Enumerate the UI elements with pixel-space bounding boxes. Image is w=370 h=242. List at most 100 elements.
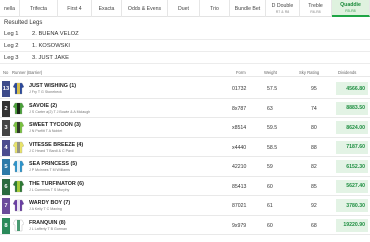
runner-form: 01732 [232, 86, 247, 92]
jockey-silks-icon [13, 160, 24, 173]
runner-row[interactable]: 8 FRANQUIN (8) J L Lafferty T B Gorman 9x97… [0, 216, 370, 235]
runner-row[interactable]: 4 VITESSE BREEZE (4) J C Heard T Bardi & C… [0, 138, 370, 157]
leg-winner: 2. BUENA VELOZ [32, 30, 79, 37]
dividend-button[interactable]: 6152.30 [336, 160, 368, 173]
col-weight: Weight [264, 70, 277, 75]
runner-name: WARDY BOY (7) [29, 200, 71, 206]
runner-row[interactable]: 3 SWEET TYCOON (3) J N Parfitt T A Noblet x… [0, 118, 370, 138]
resulted-legs-title: Resulted Legs [4, 20, 43, 26]
runner-sky-rating: 95 [311, 86, 317, 92]
runner-name: FRANQUIN (8) [29, 219, 66, 226]
runner-number-badge: 7 [2, 198, 10, 214]
runner-number-badge: 5 [2, 159, 10, 175]
jockey-silks-icon [13, 199, 24, 212]
col-sky-rating: Sky Rating [299, 70, 320, 75]
tab-bundle-bet[interactable]: Bundle Bet [230, 0, 266, 17]
jockey-trainer: J L Cummins T S Murphy [29, 187, 70, 192]
runner-weight: 59.5 [267, 125, 278, 131]
runner-row[interactable]: 13 JUST WISHING (1) J Fry T G Stonebeck 017… [0, 79, 370, 99]
tab-label: Quaddie [340, 2, 361, 8]
runner-form: 87021 [232, 203, 247, 209]
runner-row[interactable]: 2 SAVOIE (2) J S Carter a(2) T J Bowie & A… [0, 99, 370, 118]
jockey-silks-icon [13, 82, 24, 95]
runner-weight: 59 [267, 164, 273, 170]
runner-list: 13 JUST WISHING (1) J Fry T G Stonebeck 017… [0, 79, 370, 235]
runner-row[interactable]: 6 THE TURFINATOR (6) J L Cummins T S Murph… [0, 177, 370, 196]
runner-name: THE TURFINATOR (6) [29, 180, 84, 187]
resulted-legs: Leg 1 2. BUENA VELOZ Leg 2 1. KOSOWSKI Leg 3… [0, 28, 370, 64]
tab-d-double[interactable]: D Double R7 & R8 [266, 0, 300, 17]
dividend-button[interactable]: 19220.90 [336, 218, 368, 232]
tab-label: Bundle Bet [234, 5, 261, 12]
jockey-trainer: J P Mcinnes T M Williams [29, 168, 70, 172]
runner-table-header: No Runner (Barrier) Form Weight Sky Rati… [0, 68, 370, 77]
resulted-leg-row: Leg 3 3. JUST JAKE [0, 52, 370, 64]
leg-winner: 3. JUST JAKE [32, 54, 69, 61]
tab-label: Odds & Evens [127, 5, 162, 12]
leg-name: Leg 2 [4, 42, 19, 49]
runner-form: 42210 [232, 164, 247, 170]
col-dividends: Dividends [338, 70, 357, 75]
runner-number-badge: 6 [2, 178, 10, 195]
runner-number-badge: 13 [2, 81, 10, 97]
resulted-leg-row: Leg 1 2. BUENA VELOZ [0, 28, 370, 40]
runner-number-badge: 2 [2, 100, 10, 117]
jockey-silks-icon [13, 102, 24, 114]
tab-label: nella [4, 5, 15, 12]
tab-label: Exacta [98, 5, 115, 12]
runner-name: SEA PRINCESS (5) [29, 161, 78, 167]
leg-name: Leg 3 [4, 54, 19, 61]
dividend-button[interactable]: 3780.30 [336, 199, 368, 212]
runner-sky-rating: 80 [311, 125, 317, 131]
tab-odds-evens[interactable]: Odds & Evens [122, 0, 168, 17]
tab-duet[interactable]: Duet [168, 0, 200, 17]
jockey-silks-icon [13, 180, 24, 192]
tab-races: R7 & R8 [275, 10, 290, 14]
runner-row[interactable]: 7 WARDY BOY (7) J A Kelly T C Maxing 87021 6… [0, 196, 370, 216]
leg-name: Leg 1 [4, 30, 19, 37]
runner-weight: 61 [267, 203, 273, 209]
jockey-trainer: J L Lafferty T B Gorman [29, 226, 68, 231]
dividend-button[interactable]: 5627.40 [336, 179, 368, 193]
col-form: Form [236, 70, 246, 75]
runner-number-badge: 8 [2, 217, 10, 234]
jockey-silks-icon [13, 141, 24, 153]
runner-weight: 60 [267, 222, 273, 229]
runner-form: 9x979 [232, 222, 247, 229]
runner-sky-rating: 85 [311, 183, 317, 190]
tab-label: Trio [210, 5, 219, 12]
runner-name: SWEET TYCOON (3) [29, 122, 81, 128]
runner-weight: 60 [267, 183, 273, 190]
jockey-silks-icon [13, 121, 24, 134]
tab-nella[interactable]: nella [0, 0, 20, 17]
runner-form: 8x787 [232, 105, 247, 112]
runner-sky-rating: 88 [311, 144, 317, 151]
runner-number-badge: 3 [2, 120, 10, 136]
tab-label: Duet [178, 5, 189, 12]
jockey-trainer: J N Parfitt T A Noblet [29, 129, 63, 133]
tab-treble[interactable]: Treble R6-R8 [300, 0, 332, 17]
dividend-button[interactable]: 8883.50 [336, 101, 368, 115]
dividend-button[interactable]: 4566.80 [336, 82, 368, 95]
runner-row[interactable]: 5 SEA PRINCESS (5) J P Mcinnes T M William… [0, 157, 370, 177]
tab-trifecta[interactable]: Trifecta [20, 0, 58, 17]
leg-winner: 1. KOSOWSKI [32, 42, 71, 49]
tab-races: R6-R8 [310, 10, 321, 14]
tab-quaddie[interactable]: Quaddie R5-R8 [332, 0, 370, 17]
jockey-trainer: J Fry T G Stonebeck [29, 90, 62, 94]
runner-form: 85413 [232, 183, 247, 190]
tab-first-4[interactable]: First 4 [58, 0, 92, 17]
runner-sky-rating: 82 [311, 164, 317, 170]
runner-number-badge: 4 [2, 139, 10, 156]
runner-form: x4440 [232, 144, 247, 151]
jockey-trainer: J S Carter a(2) T J Bowie & A Mclaugh [29, 109, 91, 114]
tab-trio[interactable]: Trio [200, 0, 230, 17]
tab-label: Trifecta [29, 5, 48, 12]
runner-sky-rating: 68 [311, 222, 317, 229]
dividend-button[interactable]: 8624.00 [336, 121, 368, 134]
col-runner: Runner (Barrier) [12, 70, 43, 75]
tab-label: First 4 [67, 5, 82, 12]
tab-exacta[interactable]: Exacta [92, 0, 122, 17]
jockey-silks-icon [13, 219, 24, 231]
dividend-button[interactable]: 7187.60 [336, 140, 368, 154]
